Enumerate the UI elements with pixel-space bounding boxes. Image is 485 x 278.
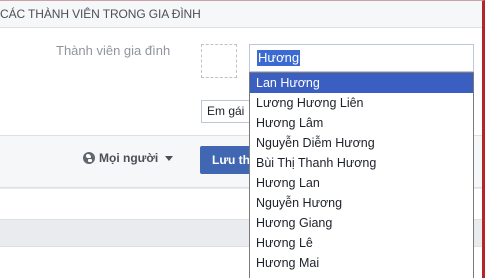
autocomplete-option[interactable]: Lương Hương Liên	[250, 93, 473, 113]
autocomplete-option[interactable]: Hương Lan	[250, 173, 473, 193]
section-header: CÁC THÀNH VIÊN TRONG GIA ĐÌNH	[0, 1, 482, 28]
autocomplete-option[interactable]: Nguyễn Diễm Hương	[250, 133, 473, 153]
section-title: CÁC THÀNH VIÊN TRONG GIA ĐÌNH	[0, 7, 201, 21]
privacy-label: Mọi người	[99, 151, 159, 165]
autocomplete-option[interactable]: Hương Lê	[250, 233, 473, 253]
name-input-selected-text: Hương	[257, 50, 301, 66]
family-member-name-input[interactable]: Hương	[249, 44, 474, 72]
privacy-selector[interactable]: Mọi người	[83, 151, 174, 165]
autocomplete-option[interactable]: Hương Lâm	[250, 113, 473, 133]
autocomplete-option[interactable]: Hương Mai	[250, 253, 473, 273]
autocomplete-option[interactable]: Bùi Thị Thanh Hương	[250, 153, 473, 173]
autocomplete-option[interactable]: Lan Hương	[250, 73, 473, 93]
member-photo-placeholder[interactable]	[201, 44, 237, 78]
caret-down-icon	[165, 155, 174, 161]
relationship-select[interactable]: Em gái	[201, 100, 251, 123]
autocomplete-option[interactable]: Hương Giang	[250, 213, 473, 233]
autocomplete-dropdown: Lan Hương Lương Hương Liên Hương Lâm Nguyễn…	[249, 72, 474, 278]
globe-icon	[83, 152, 95, 164]
family-member-label: Thành viên gia đình	[56, 43, 171, 58]
autocomplete-option[interactable]: Nguyễn Hương	[250, 193, 473, 213]
